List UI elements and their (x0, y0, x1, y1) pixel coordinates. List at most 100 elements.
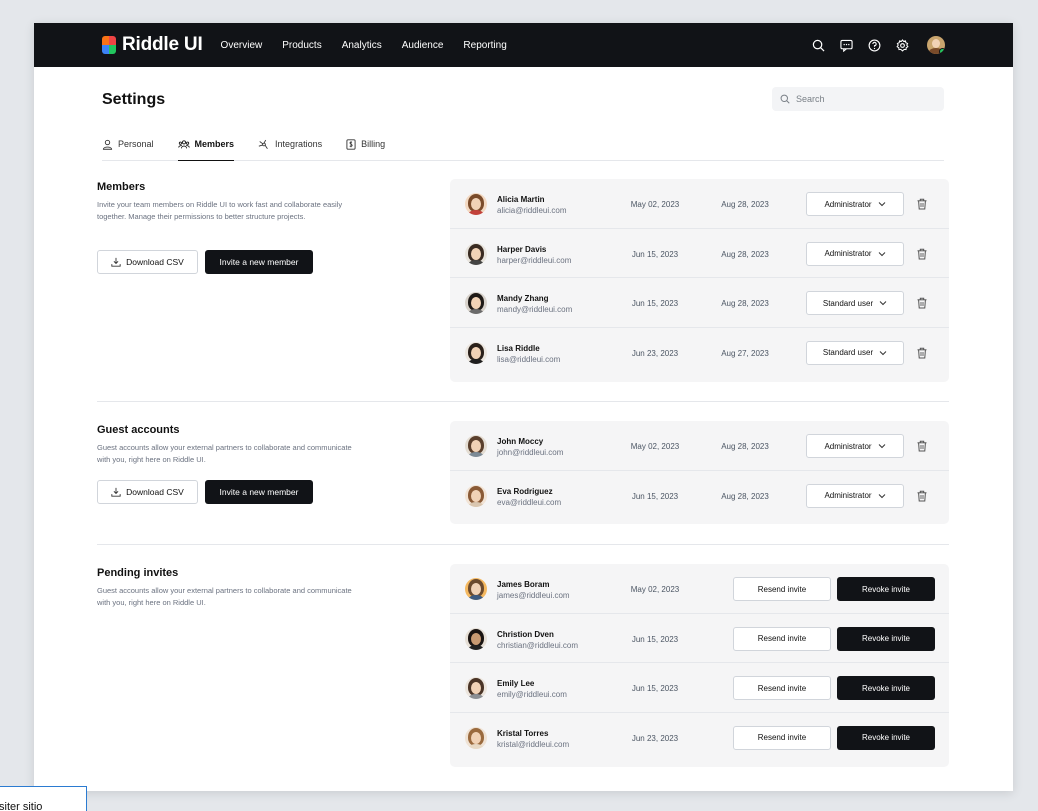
member-email: eva@riddleui.com (497, 497, 562, 507)
trash-icon[interactable] (916, 440, 928, 452)
role-select[interactable]: Standard user (806, 291, 904, 315)
settings-gear-icon[interactable] (895, 38, 909, 52)
avatar (465, 435, 487, 457)
chevron-down-icon (878, 202, 885, 207)
tab-integrations[interactable]: Integrations (258, 137, 322, 161)
trash-icon[interactable] (916, 347, 928, 359)
user-avatar[interactable] (927, 36, 945, 54)
resend-invite-button[interactable]: Resend invite (733, 725, 831, 750)
chevron-down-icon (878, 251, 885, 256)
table-row: Eva Rodriguez eva@riddleui.com Jun 15, 2… (450, 471, 949, 521)
chevron-down-icon (879, 350, 887, 355)
invitee-email: christian@riddleui.com (497, 640, 579, 650)
role-value: Administrator (824, 491, 872, 500)
member-name: John Moccy (497, 437, 544, 446)
page-title: Settings (102, 91, 166, 108)
member-joined-date: May 02, 2023 (630, 200, 680, 209)
pending-section-description: Guest accounts allow your external partn… (97, 586, 352, 607)
section-divider (97, 544, 949, 545)
resend-invite-button[interactable]: Resend invite (733, 577, 831, 601)
integrations-icon (258, 139, 268, 150)
avatar (465, 341, 487, 364)
role-value: Standard user (822, 298, 874, 308)
invitee-email: kristal@riddleui.com (497, 739, 570, 749)
member-name: Lisa Riddle (497, 343, 540, 353)
revoke-invite-button[interactable]: Revoke invite (837, 725, 935, 750)
member-name: Eva Rodriguez (497, 486, 553, 496)
tab-personal[interactable]: Personal (102, 137, 154, 161)
members-download-csv-button[interactable]: Download CSV (97, 250, 198, 274)
nav-reporting[interactable]: Reporting (463, 40, 506, 51)
nav-actions (811, 23, 945, 67)
invite-date: May 02, 2023 (630, 585, 680, 594)
revoke-invite-button[interactable]: Revoke invite (837, 626, 935, 651)
role-select[interactable]: Administrator (806, 434, 904, 458)
tab-billing[interactable]: Billing (346, 137, 385, 161)
member-last-active-date: Aug 28, 2023 (721, 442, 769, 451)
table-row: James Boram james@riddleui.com May 02, 2… (450, 564, 949, 614)
members-invite-button[interactable]: Invite a new member (205, 250, 313, 274)
members-section-description: Invite your team members on Riddle UI to… (97, 200, 343, 221)
person-icon (102, 139, 113, 150)
nav-products[interactable]: Products (282, 40, 321, 51)
guests-invite-button[interactable]: Invite a new member (205, 480, 313, 504)
revoke-invite-button[interactable]: Revoke invite (837, 676, 935, 700)
invitee-email: james@riddleui.com (497, 591, 570, 600)
nav-analytics[interactable]: Analytics (342, 40, 382, 51)
table-row: Mandy Zhang mandy@riddleui.com Jun 15, 2… (450, 278, 949, 328)
chevron-down-icon (878, 493, 885, 498)
invitee-name: James Boram (497, 580, 550, 589)
app-name: Riddle UI (122, 34, 203, 55)
guests-download-csv-button[interactable]: Download CSV (97, 480, 198, 504)
online-status-dot (939, 48, 945, 54)
trash-icon[interactable] (916, 248, 928, 260)
role-select[interactable]: Administrator (806, 192, 904, 216)
role-select[interactable]: Administrator (806, 483, 904, 508)
trash-icon[interactable] (916, 490, 928, 502)
avatar (465, 578, 487, 600)
tab-label: Members (194, 139, 235, 149)
chevron-down-icon (879, 301, 887, 306)
search-placeholder: Search (796, 94, 825, 104)
help-icon[interactable] (867, 38, 881, 52)
resend-invite-button[interactable]: Resend invite (733, 626, 831, 651)
tab-label: Personal (118, 139, 154, 149)
settings-tabs: Personal Members Integrations Billing (102, 137, 944, 161)
member-name: Harper Davis (497, 244, 547, 254)
button-label: Download CSV (126, 487, 184, 497)
nav-audience[interactable]: Audience (402, 40, 444, 51)
pending-invites-table: James Boram james@riddleui.com May 02, 2… (450, 564, 949, 767)
role-select[interactable]: Administrator (806, 241, 904, 266)
search-icon[interactable] (811, 38, 825, 52)
member-email: harper@riddleui.com (497, 255, 572, 265)
logo[interactable]: Riddle UI (102, 34, 203, 56)
invitee-name: Emily Lee (497, 679, 535, 688)
avatar (465, 726, 487, 749)
role-value: Administrator (824, 199, 872, 209)
member-joined-date: Jun 23, 2023 (631, 348, 679, 358)
member-last-active-date: Aug 28, 2023 (721, 200, 769, 209)
member-joined-date: Jun 15, 2023 (631, 491, 679, 501)
member-last-active-date: Aug 27, 2023 (721, 348, 769, 358)
table-row: Kristal Torres kristal@riddleui.com Jun … (450, 713, 949, 763)
chat-icon[interactable] (839, 38, 853, 52)
revoke-invite-button[interactable]: Revoke invite (837, 577, 935, 601)
table-row: Harper Davis harper@riddleui.com Jun 15,… (450, 229, 949, 278)
avatar (465, 484, 487, 507)
role-select[interactable]: Standard user (806, 340, 904, 365)
invitee-name: Christion Dven (497, 629, 554, 639)
member-joined-date: Jun 15, 2023 (631, 299, 679, 308)
pending-section-title: Pending invites (97, 567, 179, 579)
member-joined-date: Jun 15, 2023 (631, 249, 679, 259)
tab-members[interactable]: Members (177, 137, 235, 161)
role-value: Administrator (824, 441, 872, 451)
resend-invite-button[interactable]: Resend invite (733, 676, 831, 700)
nav-overview[interactable]: Overview (221, 40, 263, 51)
trash-icon[interactable] (916, 297, 928, 309)
table-row: Emily Lee emily@riddleui.com Jun 15, 202… (450, 663, 949, 713)
search-input[interactable]: Search (772, 87, 944, 111)
table-row: Alicia Martin alicia@riddleui.com May 02… (450, 179, 949, 229)
trash-icon[interactable] (916, 198, 928, 210)
avatar (465, 627, 487, 650)
button-label: Download CSV (126, 257, 184, 267)
